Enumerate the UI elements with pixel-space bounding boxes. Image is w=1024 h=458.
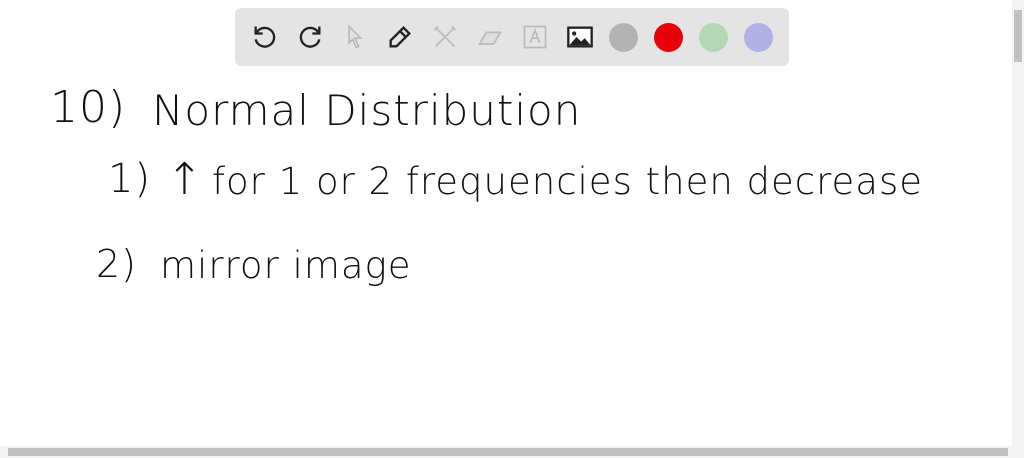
image-icon (567, 26, 593, 48)
up-arrow-icon: ↑ (166, 154, 204, 205)
tools-icon (433, 25, 457, 47)
pen-button[interactable] (384, 21, 416, 53)
eraser-button[interactable] (474, 21, 506, 53)
select-button[interactable] (339, 21, 371, 53)
text-button[interactable] (519, 21, 551, 53)
color-gray-swatch[interactable] (609, 22, 638, 52)
note-heading: Normal Distribution (152, 86, 582, 135)
drawing-toolbar (235, 8, 789, 66)
note-line-1: for 1 or 2 frequencies then decrease (212, 160, 924, 203)
pen-icon (389, 26, 411, 48)
vertical-scroll-thumb[interactable] (1014, 10, 1022, 62)
note-number-1: 1) (108, 156, 152, 202)
color-green-swatch[interactable] (699, 22, 728, 52)
color-purple-swatch[interactable] (744, 22, 773, 52)
note-number-2: 2) (96, 242, 138, 286)
tools-button[interactable] (429, 21, 461, 53)
redo-button[interactable] (294, 21, 326, 53)
note-number-10: 10) (50, 82, 127, 133)
image-button[interactable] (564, 21, 596, 53)
undo-icon (254, 26, 276, 48)
eraser-icon (477, 31, 503, 45)
select-icon (348, 24, 363, 49)
horizontal-scroll-thumb[interactable] (8, 448, 1008, 456)
text-icon (523, 25, 547, 49)
redo-icon (299, 26, 321, 48)
note-line-2: mirror image (160, 244, 412, 287)
vertical-scrollbar[interactable] (1012, 0, 1024, 446)
horizontal-scrollbar[interactable] (0, 446, 1024, 458)
color-red-swatch[interactable] (654, 22, 683, 52)
undo-button[interactable] (249, 21, 281, 53)
